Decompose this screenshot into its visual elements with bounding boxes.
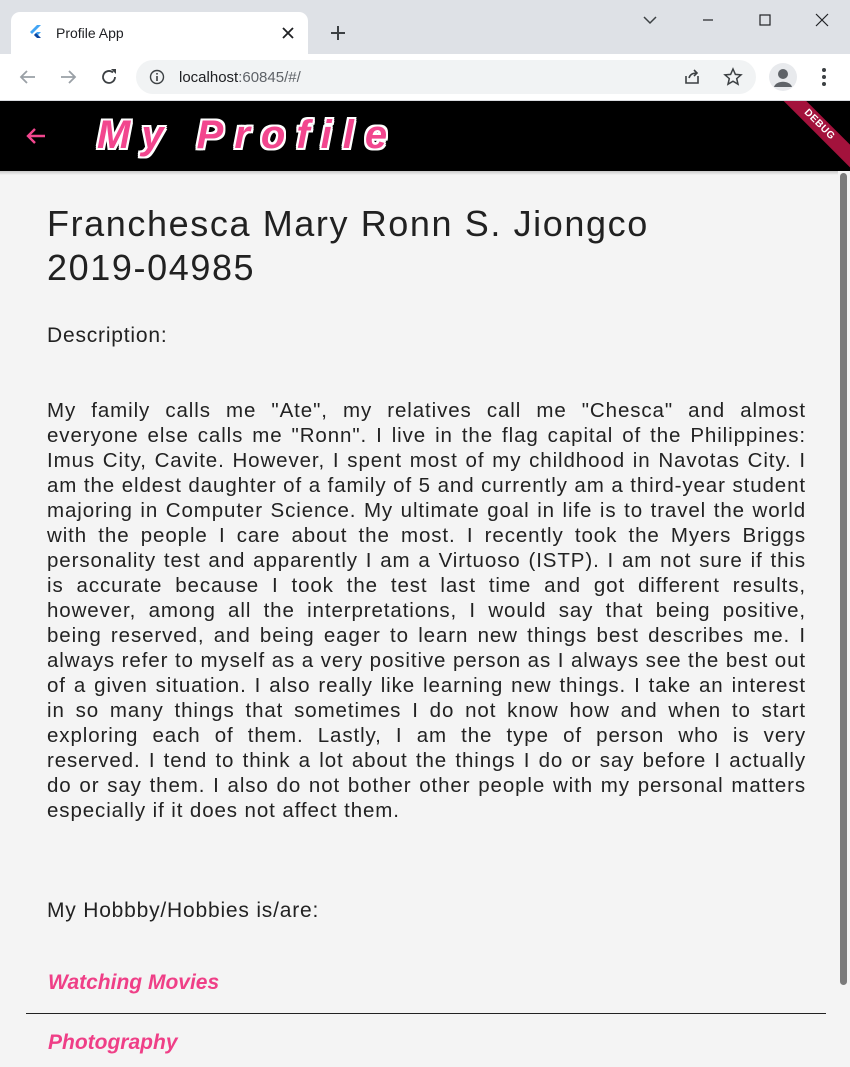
minimize-button[interactable] (680, 0, 736, 40)
description-label: Description: (47, 324, 168, 347)
profile-button[interactable] (769, 63, 797, 91)
reload-button[interactable] (95, 63, 123, 91)
address-bar[interactable]: localhost:60845/#/ (136, 60, 756, 94)
debug-banner: DEBUG (770, 101, 850, 171)
hobbies-label: My Hobbby/Hobbies is/are: (47, 899, 320, 922)
kebab-menu-icon[interactable] (812, 65, 836, 89)
share-icon[interactable] (682, 67, 702, 87)
description-text: My family calls me "Ate", my relatives c… (47, 399, 806, 822)
url-rest: :60845/#/ (238, 69, 301, 86)
app-back-arrow-icon[interactable] (24, 124, 48, 148)
browser-tab[interactable]: Profile App (11, 12, 308, 54)
reload-icon (102, 69, 116, 84)
chevron-down-icon (643, 16, 657, 25)
maximize-icon (759, 14, 771, 26)
back-button[interactable] (14, 63, 42, 91)
close-window-button[interactable] (794, 0, 850, 40)
new-tab-button[interactable] (324, 19, 352, 47)
url-host: localhost (179, 69, 239, 86)
tab-title: Profile App (56, 25, 124, 41)
info-icon[interactable] (149, 69, 165, 85)
divider (26, 1013, 826, 1014)
app-title: My Profile (97, 113, 399, 157)
forward-button[interactable] (54, 63, 82, 91)
close-icon (282, 27, 294, 39)
url-text[interactable]: localhost:60845/#/ (179, 69, 301, 86)
hobby-item: Watching Movies (48, 971, 220, 994)
browser-tab-strip: Profile App (0, 0, 850, 54)
app-bar: My Profile DEBUG (0, 101, 850, 171)
star-icon[interactable] (723, 67, 743, 87)
profile-header: Franchesca Mary Ronn S. Jiongco 2019-049… (47, 202, 807, 290)
close-window-icon (815, 13, 829, 27)
profile-icon (774, 69, 792, 87)
scrollbar-thumb[interactable] (840, 173, 847, 985)
scrollbar[interactable] (838, 171, 850, 1067)
flutter-favicon-icon (30, 25, 41, 38)
profile-name: Franchesca Mary Ronn S. Jiongco (47, 203, 649, 244)
browser-toolbar: localhost:60845/#/ (0, 54, 850, 101)
maximize-button[interactable] (737, 0, 793, 40)
forward-icon (61, 70, 77, 84)
minimize-icon (703, 19, 713, 21)
tab-search-button[interactable] (622, 0, 678, 40)
back-icon (19, 70, 35, 84)
plus-icon (331, 26, 345, 40)
tab-close-button[interactable] (276, 21, 300, 45)
profile-content[interactable]: Franchesca Mary Ronn S. Jiongco 2019-049… (0, 171, 838, 1067)
hobby-item: Photography (48, 1031, 178, 1054)
student-number: 2019-04985 (47, 247, 256, 288)
